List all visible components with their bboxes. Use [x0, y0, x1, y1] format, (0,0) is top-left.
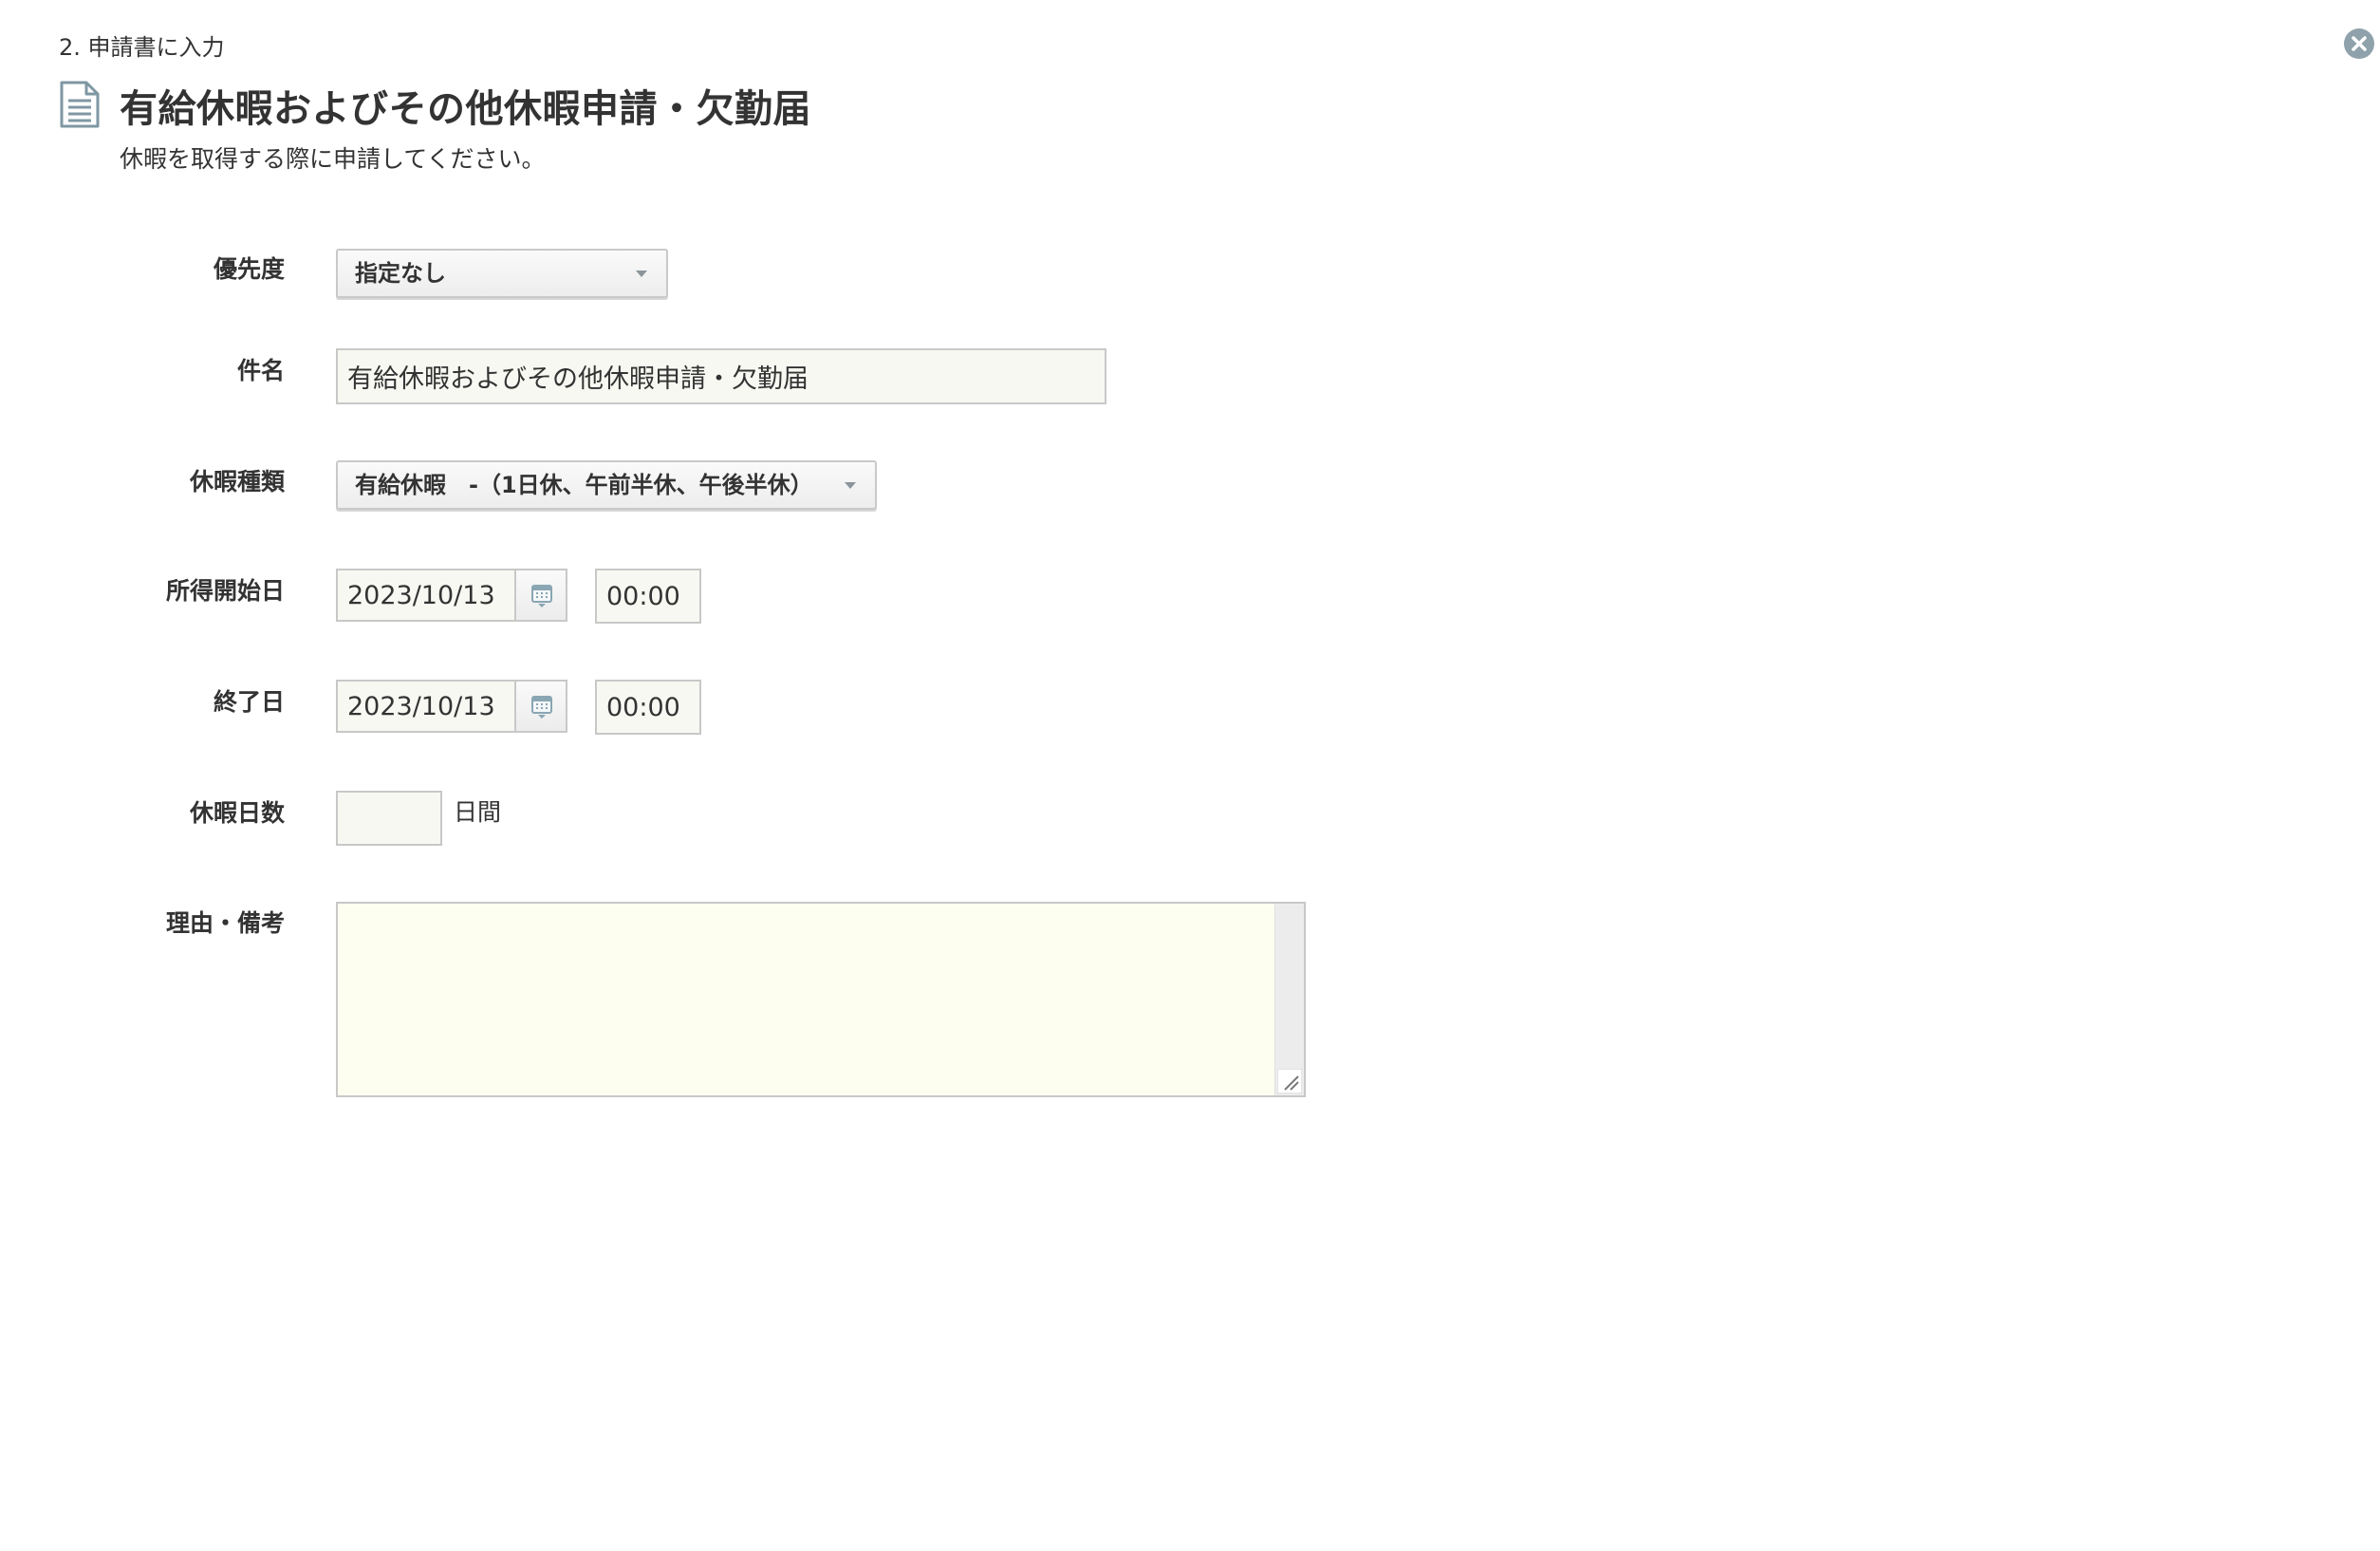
end-date-calendar-button[interactable]: [514, 680, 567, 733]
resize-handle-icon[interactable]: [1277, 1069, 1302, 1093]
leave-type-label: 休暇種類: [189, 468, 285, 495]
leave-type-value: 有給休暇 -（1日休、午前半休、午後半休）: [355, 472, 813, 498]
start-time-input[interactable]: [595, 569, 701, 624]
leave-type-select[interactable]: 有給休暇 -（1日休、午前半休、午後半休）: [336, 460, 877, 510]
calendar-icon: [531, 585, 552, 607]
textarea-scrollbar[interactable]: [1274, 904, 1304, 1095]
priority-value: 指定なし: [355, 260, 446, 287]
close-icon: [2352, 36, 2367, 51]
start-date-calendar-button[interactable]: [514, 569, 567, 622]
end-date-label: 終了日: [213, 688, 285, 716]
priority-label: 優先度: [213, 255, 285, 283]
leave-days-unit: 日間: [454, 798, 502, 826]
page-description: 休暇を取得する際に申請してください。: [120, 145, 546, 173]
document-icon: [60, 81, 100, 128]
page-title: 有給休暇およびその他休暇申請・欠勤届: [120, 87, 811, 131]
end-time-input[interactable]: [595, 680, 701, 735]
application-form-page: 2. 申請書に入力 有給休暇およびその他休暇申請・欠勤届 休暇を取得する際に申請…: [0, 0, 2380, 1551]
leave-days-label: 休暇日数: [189, 799, 285, 827]
step-label: 2. 申請書に入力: [59, 34, 225, 61]
chevron-down-icon: [636, 271, 647, 277]
start-date-label: 所得開始日: [165, 577, 285, 605]
close-button[interactable]: [2344, 28, 2374, 59]
chevron-down-icon: [845, 482, 856, 489]
subject-input[interactable]: [336, 348, 1106, 404]
reason-textarea[interactable]: [336, 902, 1306, 1097]
calendar-icon: [531, 696, 552, 719]
reason-label: 理由・備考: [165, 909, 285, 937]
priority-select[interactable]: 指定なし: [336, 249, 668, 298]
leave-days-input[interactable]: [336, 791, 442, 846]
end-date-input[interactable]: [336, 680, 516, 733]
subject-label: 件名: [236, 357, 285, 384]
start-date-input[interactable]: [336, 569, 516, 622]
